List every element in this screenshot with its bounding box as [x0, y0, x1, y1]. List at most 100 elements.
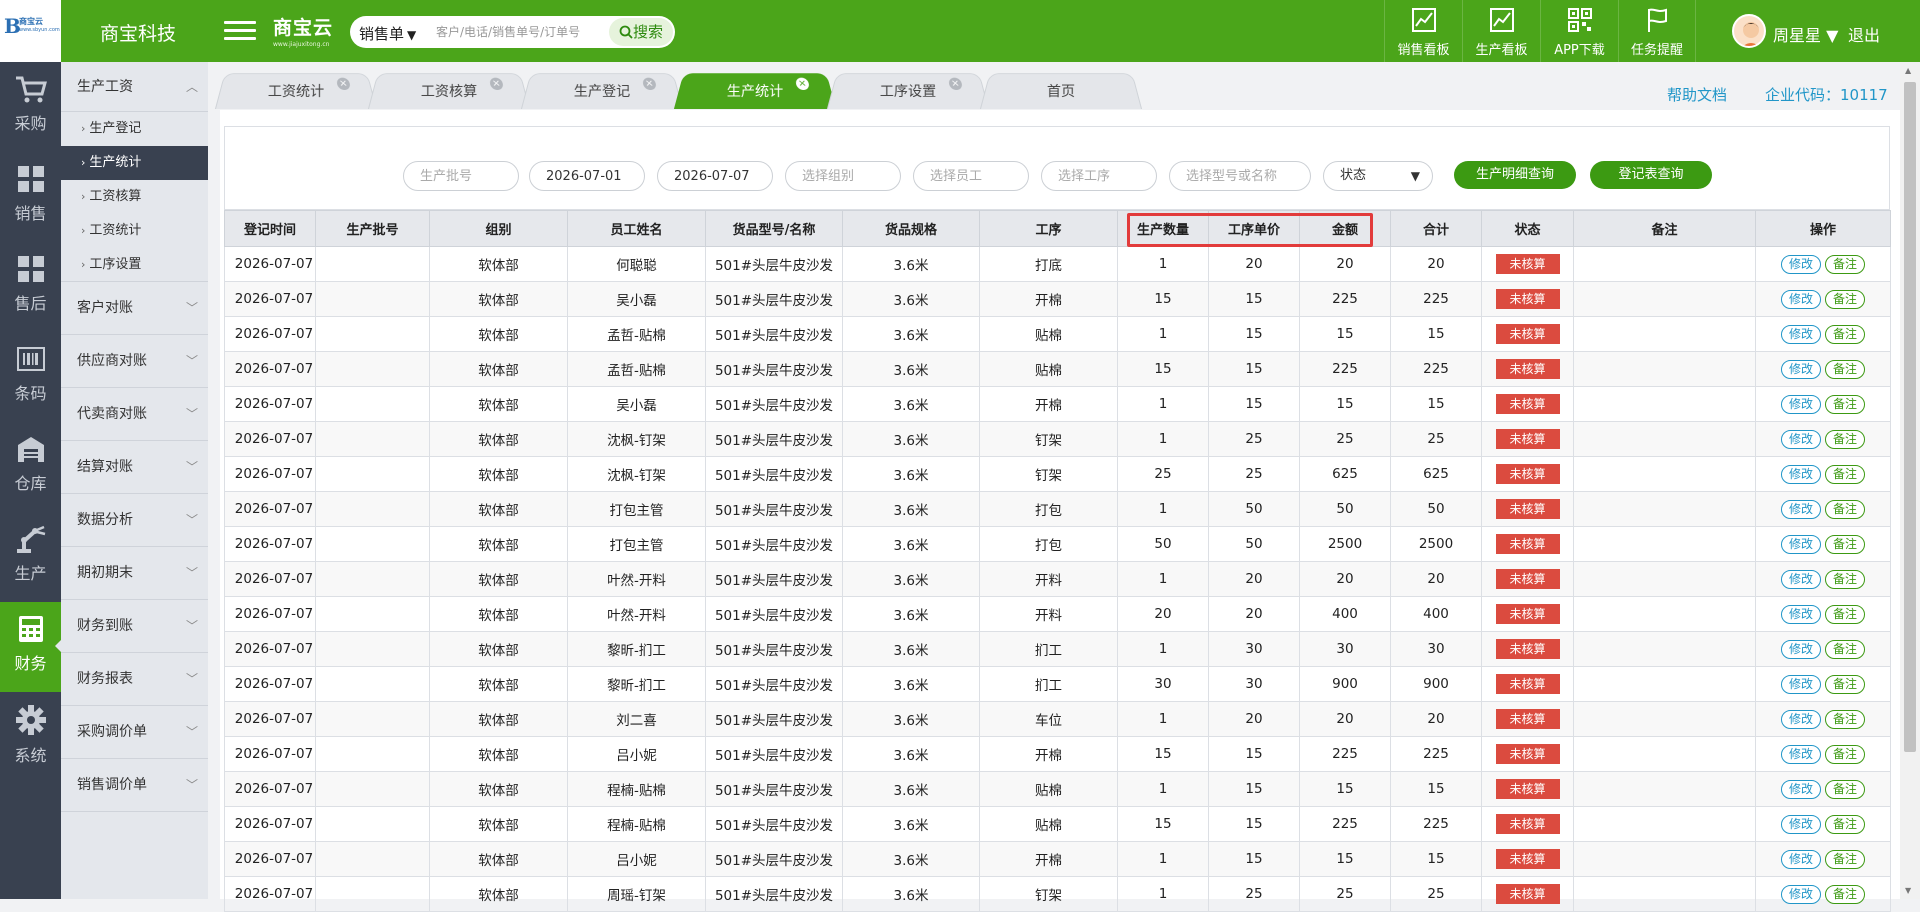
employee-select[interactable] [913, 161, 1029, 191]
edit-button[interactable]: 修改 [1781, 780, 1821, 799]
edit-button[interactable]: 修改 [1781, 710, 1821, 729]
menu-item-production-register[interactable]: › 生产登记 [61, 112, 208, 146]
menu-group-consignee-recon[interactable]: 代卖商对账 ﹀ [61, 388, 208, 441]
menu-group-data-analysis[interactable]: 数据分析 ﹀ [61, 494, 208, 547]
table-row[interactable]: 2026-07-07 软体部 周瑶-钉架 501#头层牛皮沙发 3.6米 钉架 1 25 25 2… [225, 877, 1891, 912]
menu-item-production-stats[interactable]: › 生产统计 [61, 146, 208, 180]
col-unit-price[interactable]: 工序单价 [1209, 211, 1300, 247]
table-row[interactable]: 2026-07-07 软体部 刘二喜 501#头层牛皮沙发 3.6米 车位 1 20 20 20 未… [225, 702, 1891, 737]
process-select[interactable] [1041, 161, 1157, 191]
nav-production-board[interactable]: 生产看板 [1462, 0, 1540, 62]
table-row[interactable]: 2026-07-07 软体部 叶然-开料 501#头层牛皮沙发 3.6米 开料 1 20 20 2… [225, 562, 1891, 597]
scrollbar[interactable]: ▲ ▼ [1900, 62, 1920, 899]
close-icon[interactable]: × [948, 78, 963, 90]
note-button[interactable]: 备注 [1825, 500, 1865, 519]
table-row[interactable]: 2026-07-07 软体部 沈枫-钉架 501#头层牛皮沙发 3.6米 钉架 1 25 25 2… [225, 422, 1891, 457]
logout-link[interactable]: 退出 [1848, 22, 1880, 46]
note-button[interactable]: 备注 [1825, 605, 1865, 624]
module-finance[interactable]: 财务 [0, 602, 61, 692]
edit-button[interactable]: 修改 [1781, 570, 1821, 589]
table-row[interactable]: 2026-07-07 软体部 程楠-贴棉 501#头层牛皮沙发 3.6米 贴棉 15 15 22… [225, 807, 1891, 842]
table-row[interactable]: 2026-07-07 软体部 打包主管 501#头层牛皮沙发 3.6米 打包 1 50 50 50… [225, 492, 1891, 527]
note-button[interactable]: 备注 [1825, 675, 1865, 694]
menu-item-wage-calc[interactable]: › 工资核算 [61, 180, 208, 214]
note-button[interactable]: 备注 [1825, 745, 1865, 764]
edit-button[interactable]: 修改 [1781, 430, 1821, 449]
menu-group-customer-recon[interactable]: 客户对账 ﹀ [61, 282, 208, 335]
register-query-button[interactable]: 登记表查询 [1590, 161, 1712, 189]
menu-group-sales-price-adjust[interactable]: 销售调价单 ﹀ [61, 759, 208, 812]
module-purchase[interactable]: 采购 [0, 62, 61, 152]
table-row[interactable]: 2026-07-07 软体部 吕小妮 501#头层牛皮沙发 3.6米 开棉 15 15 225 2… [225, 737, 1891, 772]
date-from-input[interactable] [529, 161, 645, 191]
col-employee[interactable]: 员工姓名 [568, 211, 706, 247]
module-production[interactable]: 生产 [0, 512, 61, 602]
close-icon[interactable]: × [336, 78, 351, 90]
edit-button[interactable]: 修改 [1781, 500, 1821, 519]
col-quantity[interactable]: 生产数量 [1118, 211, 1209, 247]
edit-button[interactable]: 修改 [1781, 465, 1821, 484]
close-icon[interactable]: × [795, 78, 810, 90]
edit-button[interactable]: 修改 [1781, 675, 1821, 694]
table-row[interactable]: 2026-07-07 软体部 黎昕-扪工 501#头层牛皮沙发 3.6米 扪工 30 30 90… [225, 667, 1891, 702]
edit-button[interactable]: 修改 [1781, 290, 1821, 309]
tab-production-register[interactable]: 生产登记 × [521, 73, 683, 109]
edit-button[interactable]: 修改 [1781, 605, 1821, 624]
edit-button[interactable]: 修改 [1781, 535, 1821, 554]
note-button[interactable]: 备注 [1825, 325, 1865, 344]
note-button[interactable]: 备注 [1825, 290, 1865, 309]
col-process[interactable]: 工序 [980, 211, 1118, 247]
edit-button[interactable]: 修改 [1781, 885, 1821, 904]
edit-button[interactable]: 修改 [1781, 360, 1821, 379]
batch-number-input[interactable] [403, 161, 519, 191]
menu-group-settlement-recon[interactable]: 结算对账 ﹀ [61, 441, 208, 494]
tab-production-stats[interactable]: 生产统计 × [674, 73, 836, 109]
tab-wage-stats[interactable]: 工资统计 × [215, 73, 377, 109]
menu-group-purchase-price-adjust[interactable]: 采购调价单 ﹀ [61, 706, 208, 759]
menu-group-production-wages[interactable]: 生产工资 ︿ [61, 62, 208, 112]
note-button[interactable]: 备注 [1825, 815, 1865, 834]
status-select[interactable]: 状态 ▼ [1323, 161, 1433, 191]
table-row[interactable]: 2026-07-07 软体部 何聪聪 501#头层牛皮沙发 3.6米 打底 1 20 20 20 未… [225, 247, 1891, 282]
col-spec[interactable]: 货品规格 [843, 211, 980, 247]
menu-toggle-icon[interactable] [224, 16, 256, 44]
menu-item-wage-stats[interactable]: › 工资统计 [61, 214, 208, 248]
note-button[interactable]: 备注 [1825, 395, 1865, 414]
col-group[interactable]: 组别 [430, 211, 568, 247]
menu-group-finance-reports[interactable]: 财务报表 ﹀ [61, 653, 208, 706]
logo[interactable]: B 商宝云 www.sbyun.com [0, 0, 61, 62]
col-remarks[interactable]: 备注 [1574, 211, 1756, 247]
module-after-sales[interactable]: 售后 [0, 242, 61, 332]
table-row[interactable]: 2026-07-07 软体部 吴小磊 501#头层牛皮沙发 3.6米 开棉 1 15 15 15 未… [225, 387, 1891, 422]
close-icon[interactable]: × [489, 78, 504, 90]
nav-task-reminder[interactable]: 任务提醒 [1618, 0, 1696, 62]
table-row[interactable]: 2026-07-07 软体部 吕小妮 501#头层牛皮沙发 3.6米 开棉 1 15 15 15 未… [225, 842, 1891, 877]
note-button[interactable]: 备注 [1825, 850, 1865, 869]
scrollbar-thumb[interactable] [1904, 82, 1916, 752]
col-status[interactable]: 状态 [1482, 211, 1574, 247]
edit-button[interactable]: 修改 [1781, 255, 1821, 274]
col-total[interactable]: 合计 [1391, 211, 1482, 247]
model-select[interactable] [1169, 161, 1311, 191]
edit-button[interactable]: 修改 [1781, 850, 1821, 869]
note-button[interactable]: 备注 [1825, 535, 1865, 554]
table-row[interactable]: 2026-07-07 软体部 打包主管 501#头层牛皮沙发 3.6米 打包 50 50 250… [225, 527, 1891, 562]
module-system[interactable]: 系统 [0, 692, 61, 782]
table-row[interactable]: 2026-07-07 软体部 程楠-贴棉 501#头层牛皮沙发 3.6米 贴棉 1 15 15 1… [225, 772, 1891, 807]
edit-button[interactable]: 修改 [1781, 745, 1821, 764]
nav-sales-board[interactable]: 销售看板 [1384, 0, 1462, 62]
col-batch-number[interactable]: 生产批号 [316, 211, 430, 247]
group-select[interactable] [785, 161, 901, 191]
note-button[interactable]: 备注 [1825, 255, 1865, 274]
note-button[interactable]: 备注 [1825, 430, 1865, 449]
search-type-select[interactable]: 销售单 ▼ [359, 23, 416, 44]
module-sales[interactable]: 销售 [0, 152, 61, 242]
note-button[interactable]: 备注 [1825, 360, 1865, 379]
tab-process-settings[interactable]: 工序设置 × [827, 73, 989, 109]
note-button[interactable]: 备注 [1825, 710, 1865, 729]
table-row[interactable]: 2026-07-07 软体部 黎昕-扪工 501#头层牛皮沙发 3.6米 扪工 1 30 30 3… [225, 632, 1891, 667]
menu-item-process-settings[interactable]: › 工序设置 [61, 248, 208, 282]
table-row[interactable]: 2026-07-07 软体部 孟哲-贴棉 501#头层牛皮沙发 3.6米 贴棉 15 15 22… [225, 352, 1891, 387]
module-warehouse[interactable]: 仓库 [0, 422, 61, 512]
tab-home[interactable]: 首页 [980, 73, 1142, 109]
